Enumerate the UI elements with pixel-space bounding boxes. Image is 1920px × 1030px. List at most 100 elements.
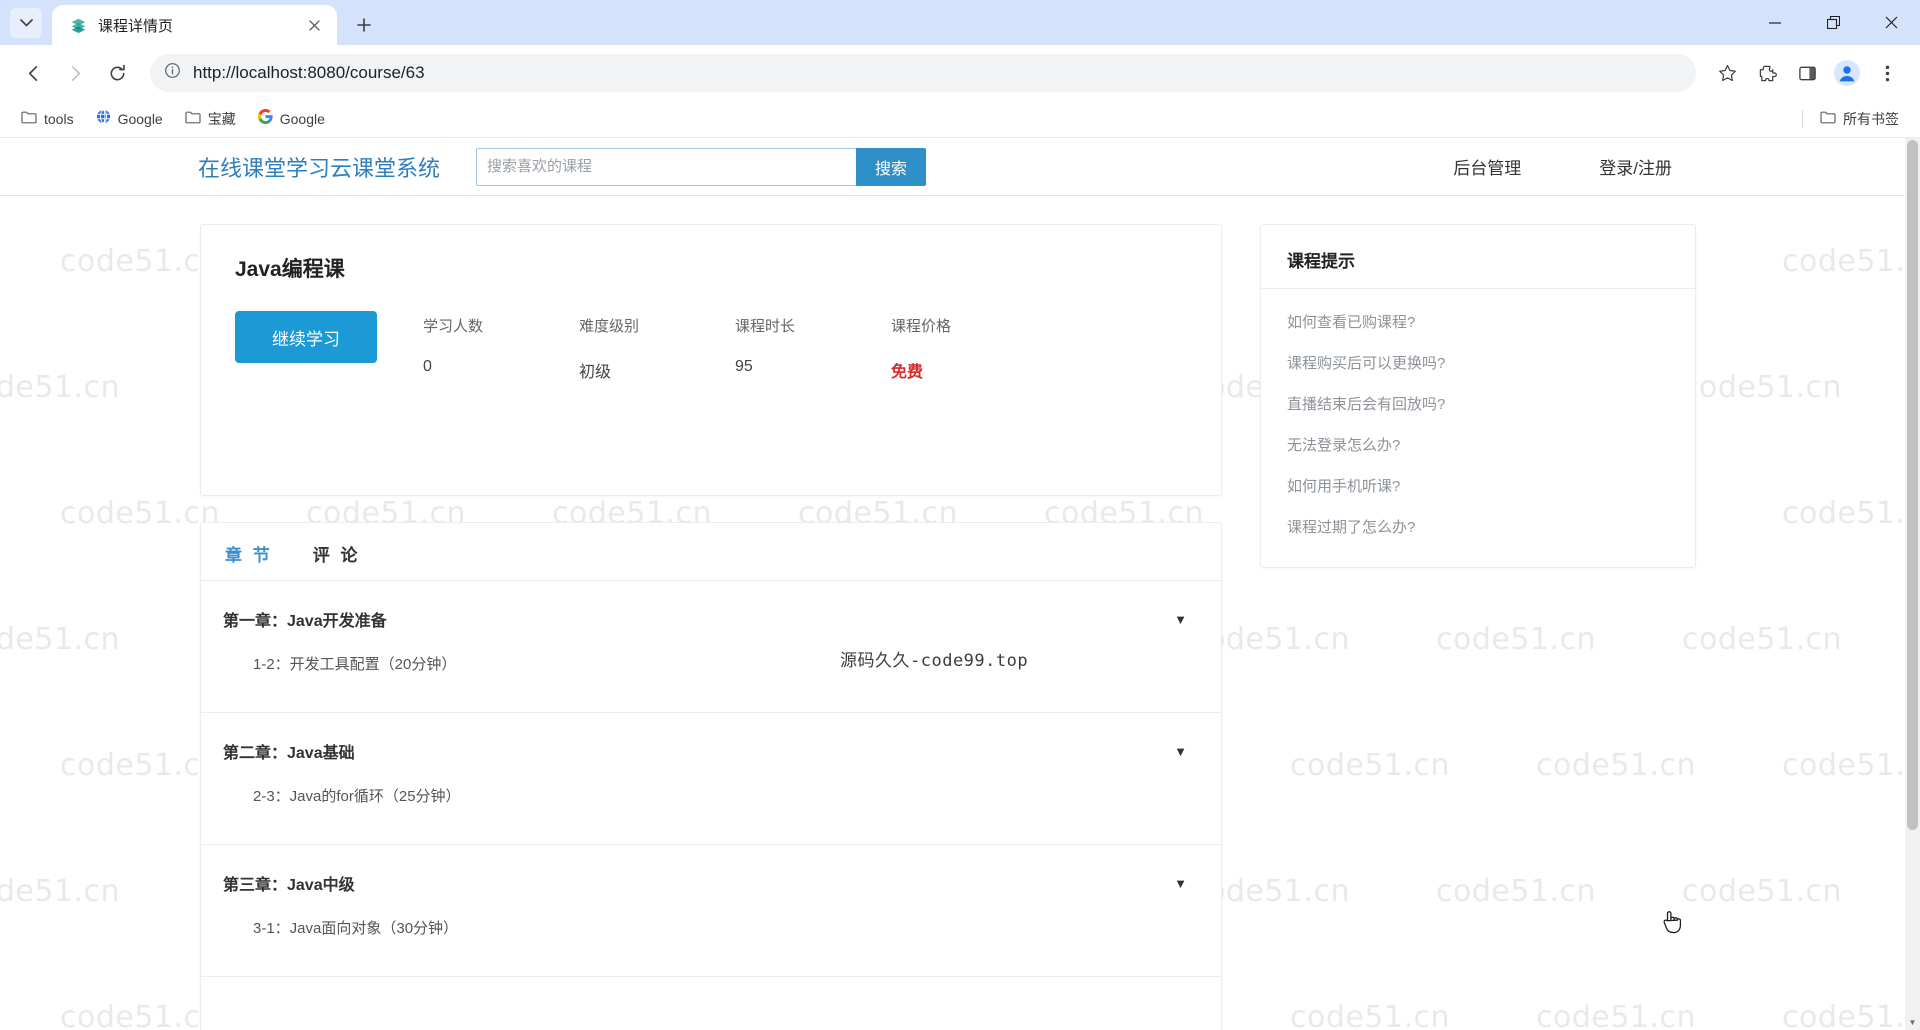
lesson-item[interactable]: 2-3：Java的for循环（25分钟） [201,785,1221,844]
stat-value: 0 [423,358,432,375]
tab-title: 课程详情页 [98,17,174,35]
back-icon[interactable] [14,54,52,92]
folder-icon [21,110,37,129]
google-g-icon [257,108,273,129]
browser-window: 课程详情页 http://localhost:8080/course/63 to… [0,0,1920,1030]
chapter-title: 第一章：Java开发准备 [223,613,387,630]
browser-titlebar: 课程详情页 [0,0,1920,45]
minimize-button[interactable] [1746,0,1804,45]
close-window-button[interactable] [1862,0,1920,45]
course-title: Java编程课 [235,258,345,281]
course-info-card: Java编程课 继续学习 学习人数 0 难度级别 初级 课程时长 95 课程价格… [200,224,1222,496]
search-container: 搜索 [476,147,927,186]
bookmark-item-tools[interactable]: tools [12,105,83,134]
bookmark-label: tools [44,111,74,127]
chapter-header[interactable]: 第一章：Java开发准备 ▼ [201,581,1221,653]
window-controls [1746,0,1920,45]
site-info-icon[interactable] [164,62,181,84]
chapters-card: 章 节 评 论 第一章：Java开发准备 ▼ 1-2：开发工具配置（20分钟） … [200,522,1222,1030]
search-button[interactable]: 搜索 [856,147,927,186]
all-bookmarks-label: 所有书签 [1843,111,1899,127]
toolbar-right-icons [1708,54,1906,92]
stat-label: 课程时长 [735,318,796,335]
browser-tab-active[interactable]: 课程详情页 [52,5,337,45]
more-menu-icon[interactable] [1868,54,1906,92]
tip-link-mobile-listening[interactable]: 如何用手机听课? [1287,475,1669,496]
extensions-icon[interactable] [1748,54,1786,92]
stat-label: 难度级别 [579,318,640,335]
divider [1261,288,1695,289]
course-stats: 学习人数 0 难度级别 初级 课程时长 95 课程价格 免费 [377,311,1187,382]
nav-link-login-register[interactable]: 登录/注册 [1599,154,1672,179]
continue-learning-button[interactable]: 继续学习 [235,311,377,363]
bookmark-item-google-1[interactable]: Google [87,105,172,134]
bookmark-star-icon[interactable] [1708,54,1746,92]
forward-icon[interactable] [56,54,94,92]
maximize-restore-button[interactable] [1804,0,1862,45]
chapter-item: 第一章：Java开发准备 ▼ 1-2：开发工具配置（20分钟） [201,581,1221,713]
tab-search-container [0,0,52,45]
bookmark-item-baozang[interactable]: 宝藏 [176,105,245,134]
layers-icon [68,15,88,35]
reload-icon[interactable] [98,54,136,92]
bookmark-label: Google [279,111,325,127]
stat-label: 课程价格 [891,318,952,335]
chapter-title: 第二章：Java基础 [223,745,355,762]
chevron-down-icon[interactable]: ▼ [1174,876,1187,891]
page-viewport: code51.cncode51.cncode51.cncode51.cncode… [0,138,1920,1030]
tip-link-cannot-login[interactable]: 无法登录怎么办? [1287,434,1669,455]
search-input[interactable] [476,147,857,186]
chapter-header[interactable]: 第三章：Java中级 ▼ [201,845,1221,917]
page-content: Java编程课 继续学习 学习人数 0 难度级别 初级 课程时长 95 课程价格… [0,196,1920,1030]
chevron-down-icon[interactable]: ▼ [1174,612,1187,627]
scrollbar-thumb[interactable] [1907,140,1918,830]
chevron-down-icon[interactable]: ▼ [1174,744,1187,759]
chapter-item: 第二章：Java基础 ▼ 2-3：Java的for循环（25分钟） [201,713,1221,845]
tab-search-button[interactable] [10,7,42,38]
course-info-body: 继续学习 学习人数 0 难度级别 初级 课程时长 95 课程价格 免费 [235,311,1187,382]
tip-link-view-purchased[interactable]: 如何查看已购课程? [1287,311,1669,332]
page-scrollbar[interactable]: ▲ ▼ [1905,138,1920,1030]
stat-students: 学习人数 0 [423,315,579,382]
tab-comments[interactable]: 评 论 [313,541,361,580]
stat-price: 课程价格 免费 [891,315,1047,382]
bookmark-item-google-2[interactable]: Google [249,105,334,134]
new-tab-button[interactable] [347,8,381,42]
nav-link-admin[interactable]: 后台管理 [1453,154,1521,179]
browser-toolbar: http://localhost:8080/course/63 [0,45,1920,101]
chapter-title: 第三章：Java中级 [223,877,355,894]
center-watermark-text: 源码久久-code99.top [840,651,1029,671]
tips-title: 课程提示 [1287,252,1355,271]
tip-link-course-expired[interactable]: 课程过期了怎么办? [1287,516,1669,537]
bookmark-label: 宝藏 [207,111,236,127]
stat-duration: 课程时长 95 [735,315,891,382]
lesson-item[interactable]: 3-1：Java面向对象（30分钟） [201,917,1221,976]
stat-value: 初级 [579,364,612,381]
globe-icon [96,109,111,129]
tip-link-live-replay[interactable]: 直播结束后会有回放吗? [1287,393,1669,414]
chapter-header[interactable]: 第二章：Java基础 ▼ [201,713,1221,785]
stat-label: 学习人数 [423,318,484,335]
address-bar[interactable]: http://localhost:8080/course/63 [150,54,1696,92]
bookmarks-bar: tools Google 宝藏 Google 所有书签 [0,101,1920,138]
tab-chapters[interactable]: 章 节 [225,541,273,580]
side-panel-icon[interactable] [1788,54,1826,92]
header-nav: 后台管理 登录/注册 [1453,154,1672,179]
content-tabs: 章 节 评 论 [201,523,1221,581]
lesson-item[interactable]: 1-2：开发工具配置（20分钟） [201,653,1221,712]
scroll-down-arrow[interactable]: ▼ [1905,1015,1920,1030]
profile-avatar-icon[interactable] [1828,54,1866,92]
chapter-item: 第三章：Java中级 ▼ 3-1：Java面向对象（30分钟） [201,845,1221,977]
tip-link-exchange-after-purchase[interactable]: 课程购买后可以更换吗? [1287,352,1669,373]
stat-difficulty: 难度级别 初级 [579,315,735,382]
folder-icon [185,110,201,129]
site-brand: 在线课堂学习云课堂系统 [198,155,441,181]
all-bookmarks-button[interactable]: 所有书签 [1811,105,1908,134]
divider [1802,110,1803,128]
sidebar-column: 课程提示 如何查看已购课程? 课程购买后可以更换吗? 直播结束后会有回放吗? 无… [1260,224,1696,568]
main-column: Java编程课 继续学习 学习人数 0 难度级别 初级 课程时长 95 课程价格… [200,224,1222,1030]
all-bookmarks-container: 所有书签 [1802,105,1908,134]
close-icon[interactable] [301,12,327,38]
bookmark-label: Google [117,111,163,127]
url-text: http://localhost:8080/course/63 [193,63,425,82]
